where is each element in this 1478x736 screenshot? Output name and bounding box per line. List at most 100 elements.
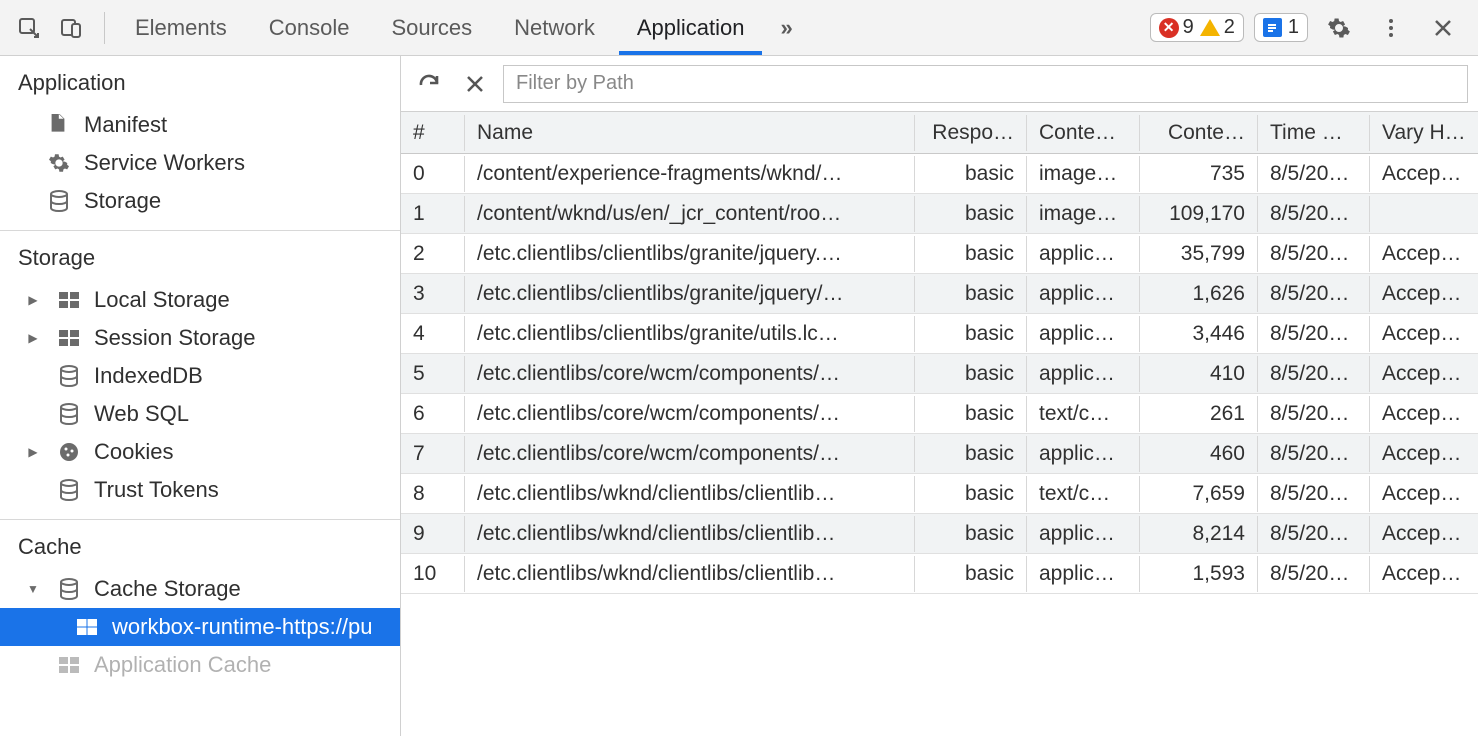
sidebar-item-manifest[interactable]: Manifest: [0, 106, 400, 144]
sidebar-item-label: workbox-runtime-https://pu: [112, 614, 372, 640]
sidebar-item-application-cache[interactable]: Application Cache: [0, 646, 400, 684]
table-row[interactable]: 10/etc.clientlibs/wknd/clientlibs/client…: [401, 554, 1478, 594]
clear-icon[interactable]: [457, 66, 493, 102]
sidebar-item-session-storage[interactable]: ▶ Session Storage: [0, 319, 400, 357]
td-response-type: basic: [915, 156, 1027, 192]
devtools-tabs: Elements Console Sources Network Applica…: [117, 0, 805, 55]
th-index[interactable]: #: [401, 115, 465, 151]
table-row[interactable]: 0/content/experience-fragments/wknd/…bas…: [401, 154, 1478, 194]
table-row[interactable]: 7/etc.clientlibs/core/wcm/components/…ba…: [401, 434, 1478, 474]
manifest-icon: [46, 114, 72, 136]
kebab-menu-icon[interactable]: [1370, 7, 1412, 49]
table-row[interactable]: 1/content/wknd/us/en/_jcr_content/roo…ba…: [401, 194, 1478, 234]
td-vary-header: Accep…: [1370, 476, 1478, 512]
th-content-type[interactable]: Conte…: [1027, 115, 1140, 151]
tab-application[interactable]: Application: [619, 0, 763, 55]
issues-badge[interactable]: 1: [1254, 13, 1308, 42]
settings-icon[interactable]: [1318, 7, 1360, 49]
database-icon: [56, 578, 82, 600]
refresh-icon[interactable]: [411, 66, 447, 102]
table-row[interactable]: 9/etc.clientlibs/wknd/clientlibs/clientl…: [401, 514, 1478, 554]
td-name: /content/experience-fragments/wknd/…: [465, 156, 915, 192]
td-index: 0: [401, 156, 465, 192]
sidebar-item-storage[interactable]: Storage: [0, 182, 400, 220]
section-storage-title: Storage: [0, 231, 400, 281]
sidebar-item-indexeddb[interactable]: IndexedDB: [0, 357, 400, 395]
tab-sources[interactable]: Sources: [373, 0, 490, 55]
sidebar-item-local-storage[interactable]: ▶ Local Storage: [0, 281, 400, 319]
error-warning-badge[interactable]: ✕9 2: [1150, 13, 1244, 42]
td-vary-header: Accep…: [1370, 356, 1478, 392]
devtools-toolbar: Elements Console Sources Network Applica…: [0, 0, 1478, 56]
td-content-type: applic…: [1027, 276, 1140, 312]
sidebar-item-cookies[interactable]: ▶ Cookies: [0, 433, 400, 471]
collapse-icon: ▼: [22, 582, 44, 596]
th-time-cached[interactable]: Time …: [1258, 115, 1370, 151]
filter-input[interactable]: [503, 65, 1468, 103]
td-time-cached: 8/5/20…: [1258, 436, 1370, 472]
tab-console[interactable]: Console: [251, 0, 368, 55]
td-name: /etc.clientlibs/clientlibs/granite/jquer…: [465, 236, 915, 272]
sidebar-item-trust-tokens[interactable]: Trust Tokens: [0, 471, 400, 509]
th-content-length[interactable]: Conte…: [1140, 115, 1258, 151]
td-time-cached: 8/5/20…: [1258, 556, 1370, 592]
close-icon[interactable]: [1422, 7, 1464, 49]
td-time-cached: 8/5/20…: [1258, 196, 1370, 232]
sidebar-item-cache-entry[interactable]: workbox-runtime-https://pu: [0, 608, 400, 646]
table-row[interactable]: 3/etc.clientlibs/clientlibs/granite/jque…: [401, 274, 1478, 314]
error-count: 9: [1183, 16, 1194, 39]
td-index: 7: [401, 436, 465, 472]
table-row[interactable]: 5/etc.clientlibs/core/wcm/components/…ba…: [401, 354, 1478, 394]
td-content-type: text/c…: [1027, 396, 1140, 432]
device-toggle-icon[interactable]: [50, 7, 92, 49]
th-response-type[interactable]: Respo…: [915, 115, 1027, 151]
sidebar-item-websql[interactable]: Web SQL: [0, 395, 400, 433]
table-row[interactable]: 8/etc.clientlibs/wknd/clientlibs/clientl…: [401, 474, 1478, 514]
td-time-cached: 8/5/20…: [1258, 396, 1370, 432]
sidebar-item-label: Session Storage: [94, 325, 255, 351]
section-cache-title: Cache: [0, 520, 400, 570]
td-name: /content/wknd/us/en/_jcr_content/roo…: [465, 196, 915, 232]
sidebar-item-label: IndexedDB: [94, 363, 203, 389]
table-row[interactable]: 4/etc.clientlibs/clientlibs/granite/util…: [401, 314, 1478, 354]
td-index: 8: [401, 476, 465, 512]
td-name: /etc.clientlibs/wknd/clientlibs/clientli…: [465, 556, 915, 592]
sidebar-item-cache-storage[interactable]: ▼ Cache Storage: [0, 570, 400, 608]
issues-icon: [1263, 18, 1282, 37]
td-content-length: 8,214: [1140, 516, 1258, 552]
td-content-length: 460: [1140, 436, 1258, 472]
td-time-cached: 8/5/20…: [1258, 356, 1370, 392]
toolbar-separator: [104, 12, 105, 44]
td-vary-header: [1370, 208, 1478, 220]
td-content-type: applic…: [1027, 436, 1140, 472]
inspect-element-icon[interactable]: [8, 7, 50, 49]
application-sidebar: Application Manifest Service Workers Sto…: [0, 56, 401, 736]
th-name[interactable]: Name: [465, 115, 915, 151]
sidebar-item-service-workers[interactable]: Service Workers: [0, 144, 400, 182]
table-header-row: # Name Respo… Conte… Conte… Time … Vary …: [401, 112, 1478, 154]
td-response-type: basic: [915, 356, 1027, 392]
database-icon: [56, 403, 82, 425]
more-tabs-icon[interactable]: »: [768, 0, 804, 55]
sidebar-item-label: Trust Tokens: [94, 477, 219, 503]
tab-network[interactable]: Network: [496, 0, 613, 55]
cache-table: # Name Respo… Conte… Conte… Time … Vary …: [401, 112, 1478, 736]
table-row[interactable]: 2/etc.clientlibs/clientlibs/granite/jque…: [401, 234, 1478, 274]
th-vary-header[interactable]: Vary H…: [1370, 115, 1478, 151]
sidebar-item-label: Storage: [84, 188, 161, 214]
td-vary-header: Accep…: [1370, 436, 1478, 472]
td-content-type: applic…: [1027, 236, 1140, 272]
tab-elements[interactable]: Elements: [117, 0, 245, 55]
td-vary-header: Accep…: [1370, 276, 1478, 312]
td-name: /etc.clientlibs/core/wcm/components/…: [465, 356, 915, 392]
td-content-type: applic…: [1027, 516, 1140, 552]
table-row[interactable]: 6/etc.clientlibs/core/wcm/components/…ba…: [401, 394, 1478, 434]
table-body: 0/content/experience-fragments/wknd/…bas…: [401, 154, 1478, 736]
td-response-type: basic: [915, 556, 1027, 592]
td-name: /etc.clientlibs/wknd/clientlibs/clientli…: [465, 476, 915, 512]
td-index: 10: [401, 556, 465, 592]
td-vary-header: Accep…: [1370, 316, 1478, 352]
td-response-type: basic: [915, 516, 1027, 552]
td-index: 4: [401, 316, 465, 352]
td-content-length: 7,659: [1140, 476, 1258, 512]
